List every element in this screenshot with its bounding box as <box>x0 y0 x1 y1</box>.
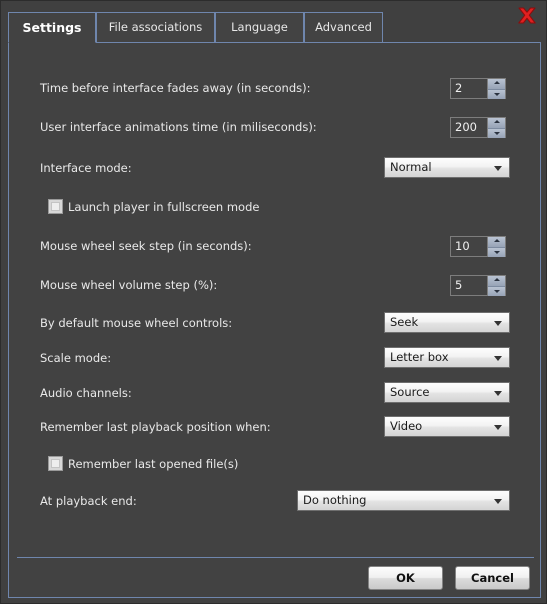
row-interface-fade-time: Time before interface fades away (in sec… <box>9 77 540 99</box>
stepper-buttons <box>487 276 505 296</box>
tab-language[interactable]: Language <box>215 12 304 43</box>
row-label: Mouse wheel seek step (in seconds): <box>40 239 252 253</box>
row-remember-opened-files: Remember last opened file(s) <box>9 453 540 475</box>
select-value: Source <box>390 385 430 399</box>
chevron-down-icon <box>494 321 502 326</box>
row-label: Time before interface fades away (in sec… <box>40 81 311 95</box>
chevron-down-icon <box>494 391 502 396</box>
ok-button[interactable]: OK <box>368 566 443 590</box>
chevron-down-icon <box>494 166 502 171</box>
stepper-down-icon[interactable] <box>488 127 505 138</box>
chevron-down-icon <box>494 356 502 361</box>
tab-file-associations[interactable]: File associations <box>96 12 215 43</box>
stepper-up-icon[interactable] <box>488 79 505 89</box>
cancel-button[interactable]: Cancel <box>455 566 530 590</box>
ui-animations-time-stepper[interactable]: 200 <box>450 117 506 138</box>
tab-settings[interactable]: Settings <box>8 12 96 43</box>
remember-opened-files-checkbox[interactable] <box>48 456 63 471</box>
button-bar-divider <box>17 557 534 558</box>
checkbox-label: Remember last opened file(s) <box>68 457 239 471</box>
select-value: Normal <box>390 160 432 174</box>
stepper-buttons <box>487 79 505 99</box>
stepper-buttons <box>487 237 505 257</box>
row-label: Scale mode: <box>40 351 112 365</box>
select-value: Letter box <box>390 350 449 364</box>
row-scale-mode: Scale mode: Letter box <box>9 347 540 369</box>
cancel-button-label: Cancel <box>471 571 514 585</box>
row-label: At playback end: <box>40 494 137 508</box>
stepper-down-icon[interactable] <box>488 285 505 296</box>
row-label: Interface mode: <box>40 161 132 175</box>
row-label: Remember last playback position when: <box>40 420 271 434</box>
tab-label: Advanced <box>315 20 372 34</box>
settings-dialog-window: Settings File associations Language Adva… <box>0 0 547 604</box>
chevron-down-icon <box>494 499 502 504</box>
row-launch-fullscreen: Launch player in fullscreen mode <box>9 196 540 218</box>
interface-mode-select[interactable]: Normal <box>384 157 510 178</box>
ok-button-label: OK <box>396 571 415 585</box>
stepper-value: 5 <box>455 278 463 292</box>
stepper-value: 200 <box>455 120 477 134</box>
stepper-up-icon[interactable] <box>488 118 505 128</box>
stepper-down-icon[interactable] <box>488 88 505 99</box>
close-window-button[interactable] <box>514 4 540 28</box>
row-ui-animations-time: User interface animations time (in milis… <box>9 116 540 138</box>
stepper-value: 10 <box>455 239 470 253</box>
scale-mode-select[interactable]: Letter box <box>384 347 510 368</box>
mouse-wheel-seek-step-stepper[interactable]: 10 <box>450 236 506 257</box>
select-value: Video <box>390 419 423 433</box>
row-default-mouse-wheel-controls: By default mouse wheel controls: Seek <box>9 312 540 334</box>
default-mouse-wheel-controls-select[interactable]: Seek <box>384 312 510 333</box>
checkbox-label: Launch player in fullscreen mode <box>68 200 260 214</box>
select-value: Do nothing <box>303 493 367 507</box>
stepper-value: 2 <box>455 81 463 95</box>
row-label: By default mouse wheel controls: <box>40 316 233 330</box>
audio-channels-select[interactable]: Source <box>384 382 510 403</box>
tab-label: Language <box>231 20 288 34</box>
at-playback-end-select[interactable]: Do nothing <box>297 490 510 511</box>
row-at-playback-end: At playback end: Do nothing <box>9 490 540 512</box>
checkbox-inner <box>51 202 60 211</box>
stepper-up-icon[interactable] <box>488 276 505 286</box>
row-label: Mouse wheel volume step (%): <box>40 278 218 292</box>
mouse-wheel-volume-step-stepper[interactable]: 5 <box>450 275 506 296</box>
row-interface-mode: Interface mode: Normal <box>9 157 540 179</box>
chevron-down-icon <box>494 425 502 430</box>
checkbox-inner <box>51 459 60 468</box>
tab-label: File associations <box>108 20 203 34</box>
row-audio-channels: Audio channels: Source <box>9 382 540 404</box>
row-mouse-wheel-seek-step: Mouse wheel seek step (in seconds): 10 <box>9 235 540 257</box>
close-x-icon <box>518 7 536 24</box>
settings-panel: Time before interface fades away (in sec… <box>8 42 541 598</box>
tab-label: Settings <box>22 20 82 35</box>
select-value: Seek <box>390 315 419 329</box>
remember-playback-position-select[interactable]: Video <box>384 416 510 437</box>
stepper-up-icon[interactable] <box>488 237 505 247</box>
row-label: Audio channels: <box>40 386 132 400</box>
row-label: User interface animations time (in milis… <box>40 120 317 134</box>
stepper-buttons <box>487 118 505 138</box>
row-mouse-wheel-volume-step: Mouse wheel volume step (%): 5 <box>9 274 540 296</box>
row-remember-playback-position: Remember last playback position when: Vi… <box>9 416 540 438</box>
stepper-down-icon[interactable] <box>488 246 505 257</box>
tab-bar: Settings File associations Language Adva… <box>8 12 541 43</box>
launch-fullscreen-checkbox[interactable] <box>48 199 63 214</box>
interface-fade-time-stepper[interactable]: 2 <box>450 78 506 99</box>
tab-advanced[interactable]: Advanced <box>304 12 383 43</box>
